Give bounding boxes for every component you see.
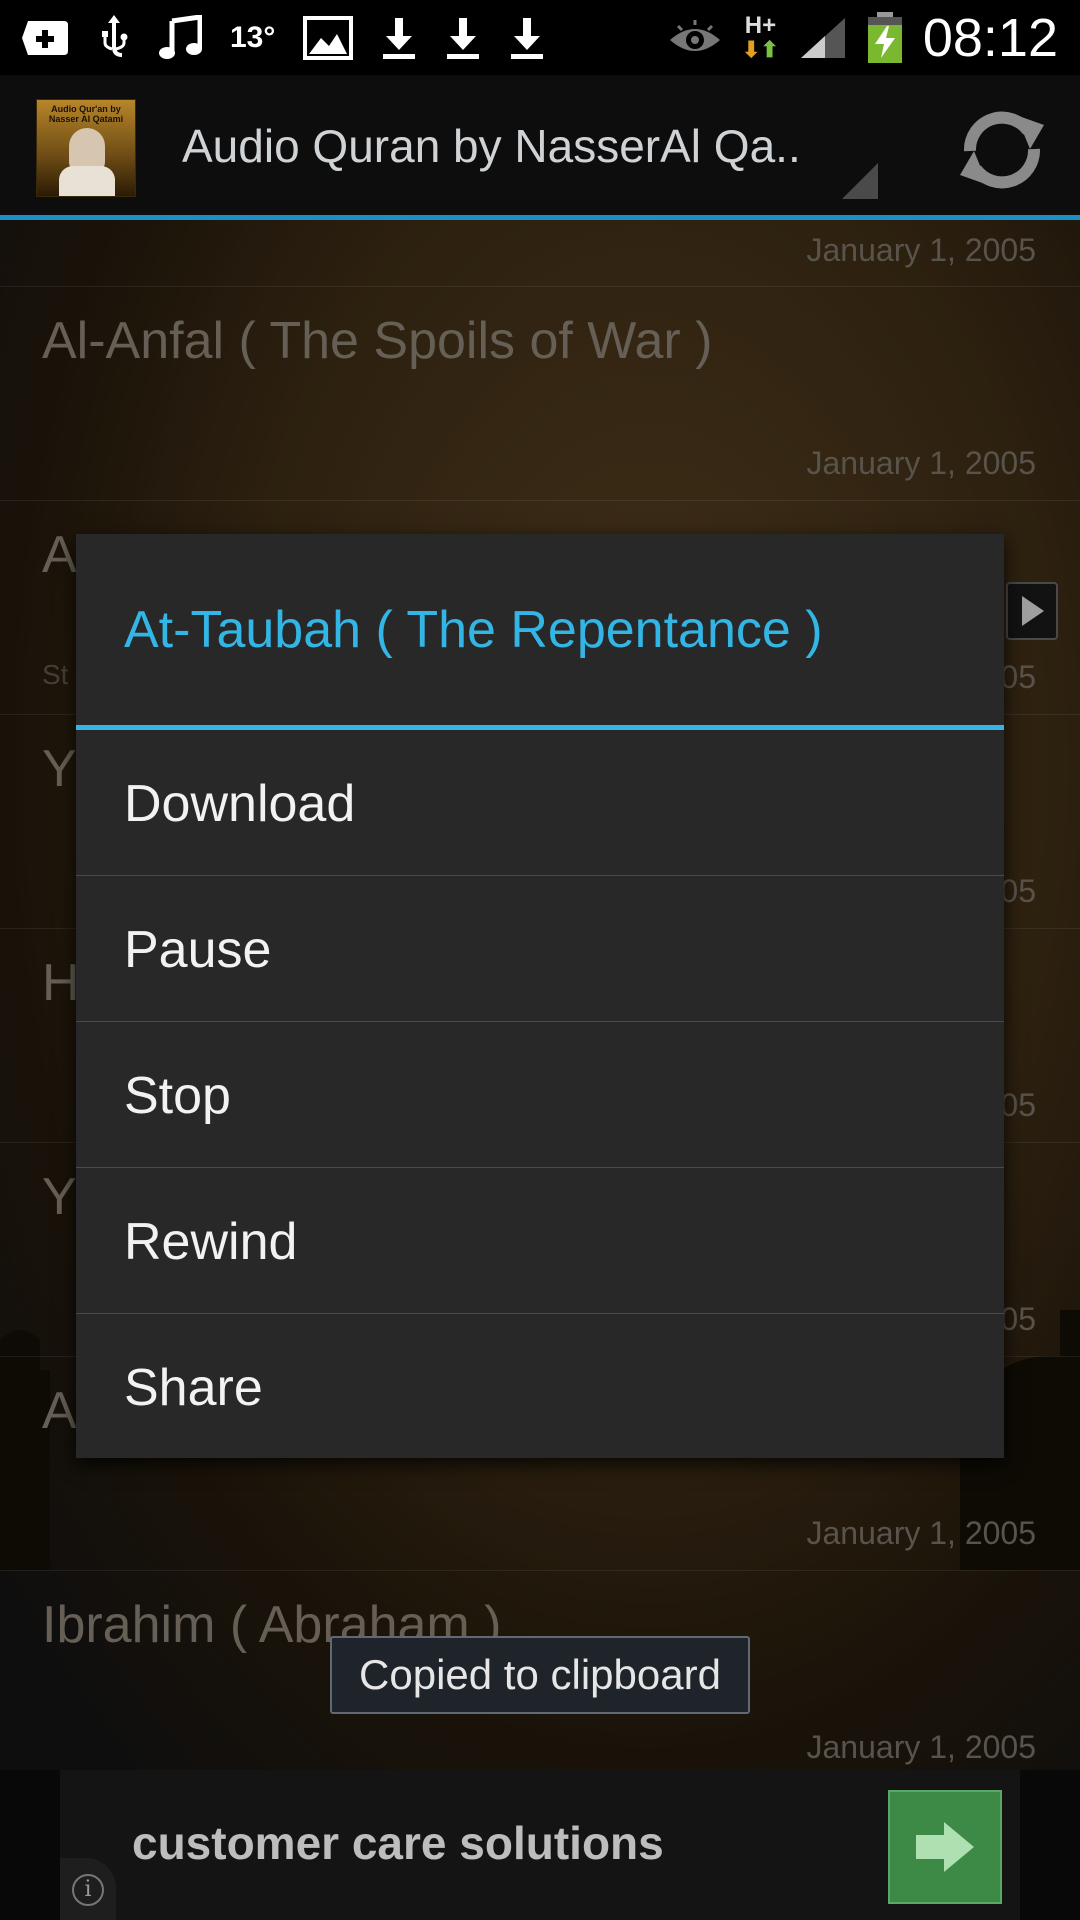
menu-item-label: Download — [124, 775, 356, 833]
ad-banner[interactable]: customer care solutions — [0, 1770, 1080, 1920]
status-bar: 13° H+ ⬇⬆ 08:12 — [0, 0, 1080, 75]
download-icon — [381, 0, 417, 75]
download-icon — [445, 0, 481, 75]
network-icon: H+ ⬇⬆ — [741, 11, 779, 62]
menu-item-download[interactable]: Download — [76, 730, 1004, 875]
battery-icon — [867, 0, 903, 75]
info-icon[interactable]: i — [60, 1858, 116, 1920]
action-bar: Audio Qur'an by Nasser Al Qatami Audio Q… — [0, 75, 1080, 220]
refresh-button[interactable] — [952, 105, 1052, 195]
menu-item-label: Share — [124, 1359, 263, 1417]
clock: 08:12 — [922, 7, 1058, 68]
music-icon — [158, 0, 202, 75]
menu-item-label: Rewind — [124, 1213, 298, 1271]
ad-text[interactable]: customer care solutions — [132, 1816, 664, 1870]
menu-item-label: Stop — [124, 1067, 231, 1125]
menu-item-pause[interactable]: Pause — [76, 876, 1004, 1021]
download-icon — [509, 0, 545, 75]
app-icon[interactable]: Audio Qur'an by Nasser Al Qatami — [36, 99, 136, 197]
context-dialog: At-Taubah ( The Repentance ) Download Pa… — [76, 534, 1004, 1458]
menu-item-label: Pause — [124, 921, 272, 979]
refresh-icon — [960, 111, 1044, 189]
eye-icon — [668, 0, 722, 75]
menu-item-rewind[interactable]: Rewind — [76, 1168, 1004, 1313]
toast-message: Copied to clipboard — [330, 1636, 750, 1714]
app-icon-caption: Audio Qur'an by Nasser Al Qatami — [48, 104, 124, 124]
app-title[interactable]: Audio Quran by NasserAl Qa.. — [182, 119, 801, 173]
spinner-indicator-icon[interactable] — [842, 163, 878, 199]
add-icon — [20, 0, 70, 75]
signal-icon — [799, 0, 847, 75]
image-icon — [303, 0, 354, 75]
usb-icon — [98, 0, 130, 75]
ad-content[interactable]: customer care solutions — [60, 1770, 1020, 1920]
menu-item-share[interactable]: Share — [76, 1314, 1004, 1459]
temperature-readout: 13° — [230, 21, 276, 54]
menu-item-stop[interactable]: Stop — [76, 1022, 1004, 1167]
dialog-title: At-Taubah ( The Repentance ) — [124, 601, 823, 659]
arrow-right-icon[interactable] — [888, 1790, 1002, 1904]
